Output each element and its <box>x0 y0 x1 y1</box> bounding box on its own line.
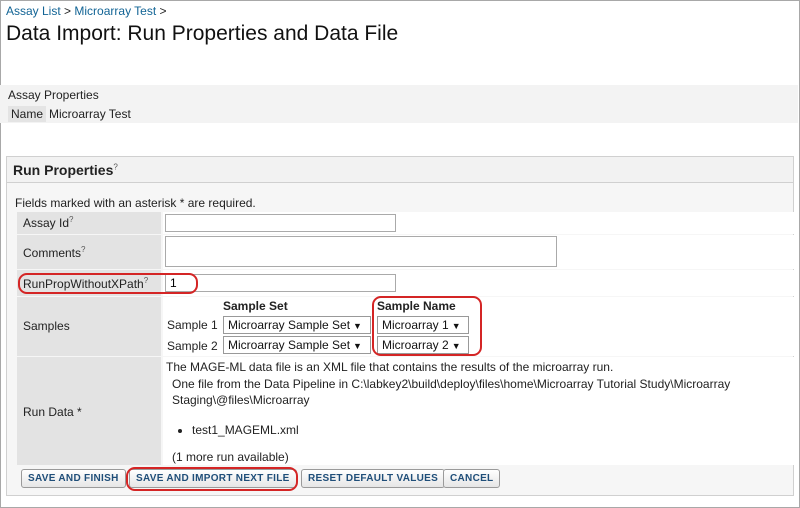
assay-id-label: Assay Id? <box>17 212 161 234</box>
help-icon[interactable]: ? <box>69 215 73 224</box>
assay-name-label: Name <box>8 106 47 122</box>
breadcrumb-separator: > <box>64 4 72 18</box>
pipeline-path-line2: Staging\@files\Microarray <box>172 393 310 407</box>
page-title: Data Import: Run Properties and Data Fil… <box>6 22 399 45</box>
reset-default-values-button[interactable]: RESET DEFAULT VALUES <box>301 469 446 488</box>
run-prop-label: RunPropWithoutXPath? <box>17 270 161 296</box>
breadcrumb: Assay List > Microarray Test > <box>6 4 167 18</box>
save-and-finish-button[interactable]: SAVE AND FINISH <box>21 469 126 488</box>
dropdown-arrow-icon: ▼ <box>353 341 362 351</box>
sample-1-name-select[interactable]: Microarray 1 ▼ <box>377 316 469 334</box>
dropdown-arrow-icon: ▼ <box>353 321 362 331</box>
run-properties-heading: Run Properties? <box>7 157 793 183</box>
run-data-description: The MAGE-ML data file is an XML file tha… <box>166 360 614 374</box>
more-runs-note: (1 more run available) <box>172 450 289 464</box>
dropdown-arrow-icon: ▼ <box>451 341 461 351</box>
help-icon[interactable]: ? <box>144 276 148 285</box>
breadcrumb-assay-list[interactable]: Assay List <box>6 4 61 18</box>
run-data-label: Run Data * <box>17 357 161 465</box>
help-icon[interactable]: ? <box>81 245 85 254</box>
file-item: test1_MAGEML.xml <box>192 423 299 437</box>
assay-properties-heading: Assay Properties <box>8 88 99 102</box>
sample-set-column-header: Sample Set <box>223 299 288 313</box>
run-prop-label-text: RunPropWithoutXPath <box>23 277 144 291</box>
sample-1-name-value: Microarray 1 <box>382 318 449 332</box>
run-properties-title: Run Properties <box>13 162 114 178</box>
breadcrumb-microarray-test[interactable]: Microarray Test <box>74 4 156 18</box>
comments-label-text: Comments <box>23 246 82 260</box>
assay-id-input[interactable] <box>165 214 396 232</box>
save-and-import-next-button[interactable]: SAVE AND IMPORT NEXT FILE <box>129 469 297 488</box>
sample-1-set-value: Microarray Sample Set <box>228 318 351 332</box>
dropdown-arrow-icon: ▼ <box>451 321 461 331</box>
pipeline-path-line1: One file from the Data Pipeline in C:\la… <box>172 377 731 391</box>
required-note: Fields marked with an asterisk * are req… <box>15 196 256 210</box>
sample-2-label: Sample 2 <box>167 339 218 353</box>
run-prop-input[interactable] <box>165 274 396 292</box>
sample-2-name-value: Microarray 2 <box>382 338 449 352</box>
assay-name-row: Name Microarray Test <box>8 106 131 122</box>
help-icon[interactable]: ? <box>113 162 117 171</box>
sample-name-column-header: Sample Name <box>377 299 456 313</box>
sample-1-label: Sample 1 <box>167 318 218 332</box>
sample-2-name-select[interactable]: Microarray 2 ▼ <box>377 336 469 354</box>
assay-name-value: Microarray Test <box>49 107 131 121</box>
breadcrumb-separator: > <box>159 4 167 18</box>
samples-label: Samples <box>17 297 161 356</box>
comments-textarea[interactable] <box>165 236 557 267</box>
sample-1-set-select[interactable]: Microarray Sample Set ▼ <box>223 316 371 334</box>
assay-id-label-text: Assay Id <box>23 216 70 230</box>
comments-label: Comments? <box>17 235 161 269</box>
cancel-button[interactable]: CANCEL <box>443 469 501 488</box>
file-list: test1_MAGEML.xml <box>176 423 299 437</box>
sample-2-set-value: Microarray Sample Set <box>228 338 351 352</box>
sample-2-set-select[interactable]: Microarray Sample Set ▼ <box>223 336 371 354</box>
